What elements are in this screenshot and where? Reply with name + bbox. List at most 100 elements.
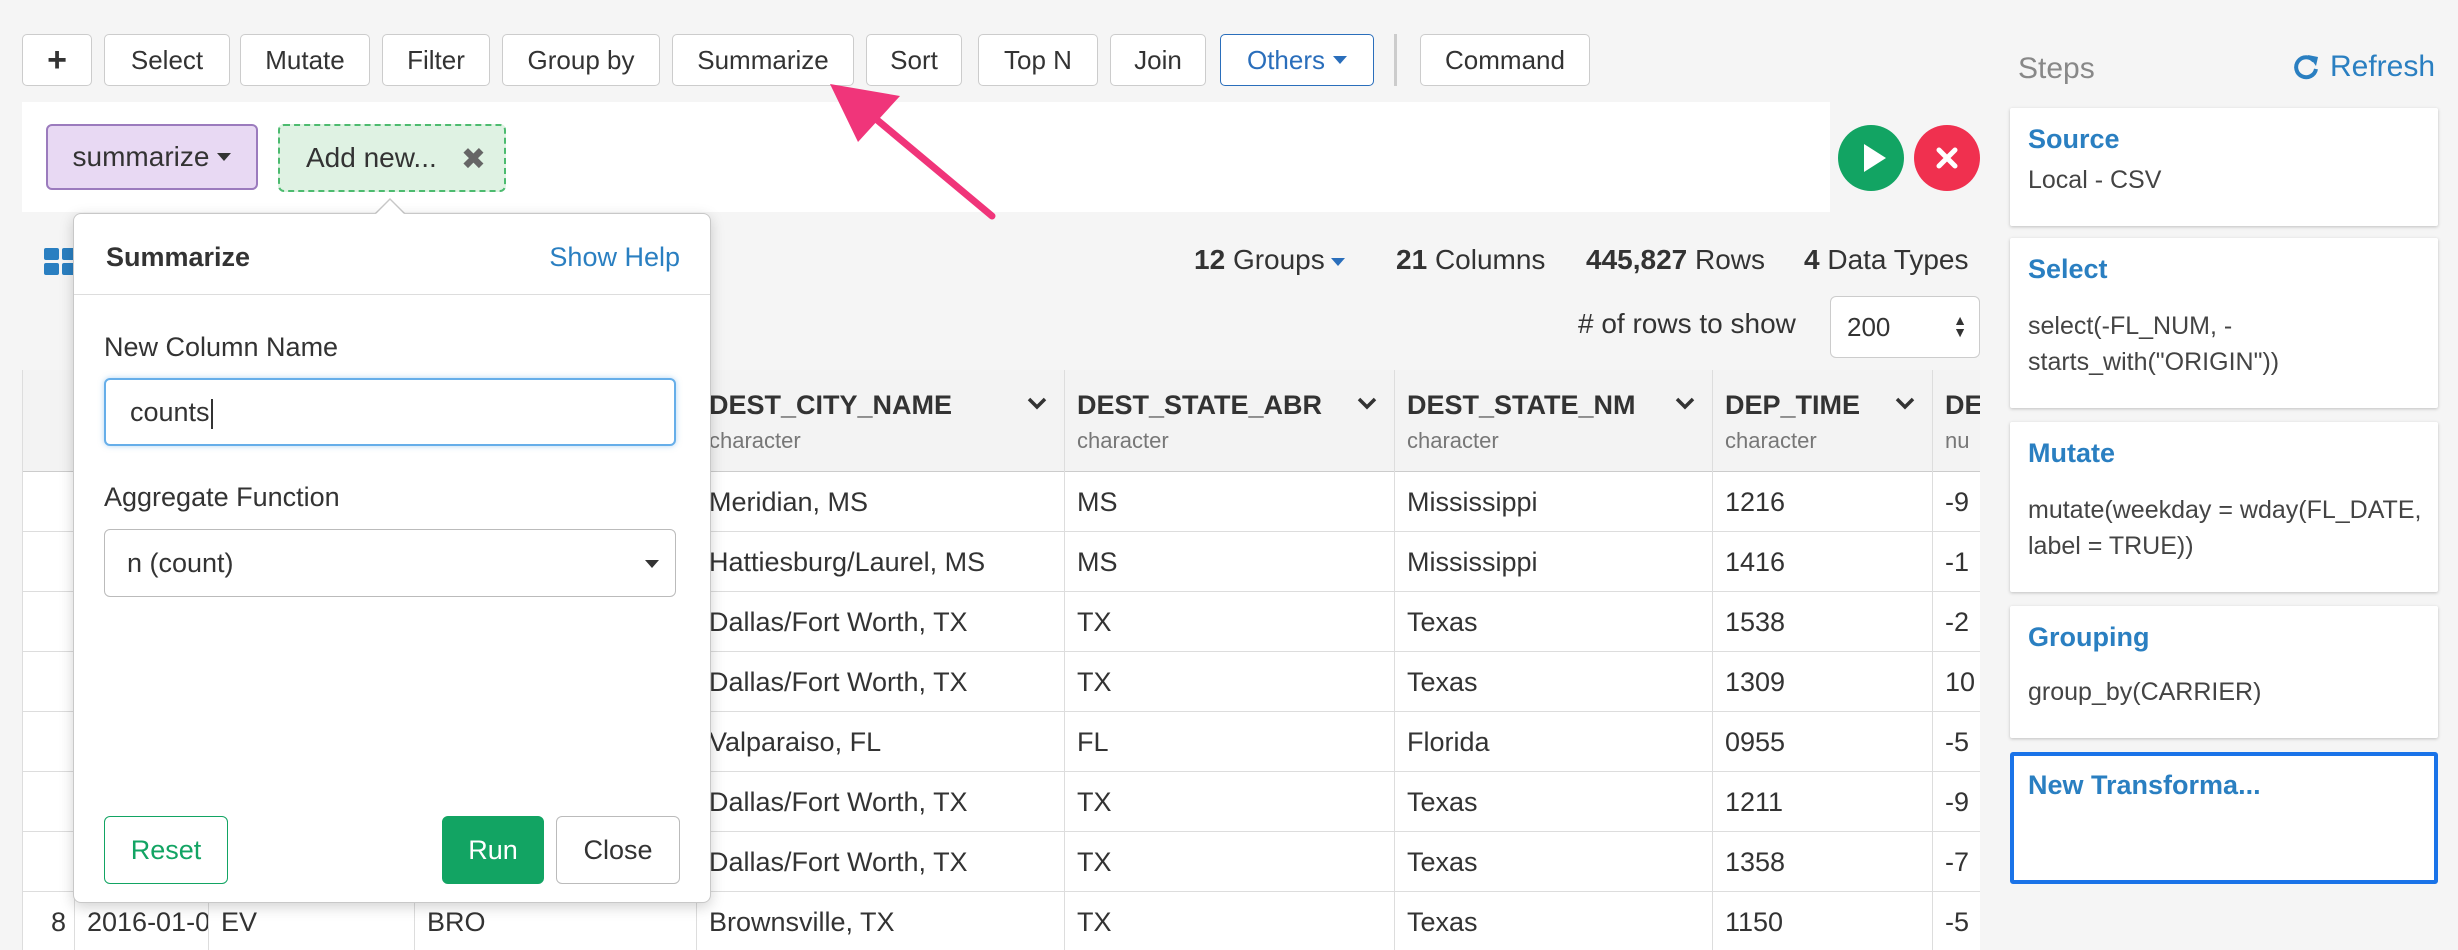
step-source[interactable]: Source Local - CSV [2010, 108, 2438, 226]
columns-label: Columns [1434, 244, 1546, 275]
new-column-label: New Column Name [104, 332, 339, 362]
step-mutate[interactable]: Mutate mutate(weekday = wday(FL_DATE, la… [2010, 422, 2438, 592]
column-type: character [1407, 428, 1499, 453]
cell: Dallas/Fort Worth, TX [697, 592, 1065, 652]
reset-button[interactable]: Reset [104, 816, 228, 884]
group-by-button[interactable]: Group by [502, 34, 660, 86]
columns-count: 21 [1396, 244, 1428, 275]
refresh-label: Refresh [2330, 50, 2436, 83]
cell: 1358 [1713, 832, 1933, 892]
run-command-button[interactable] [1838, 125, 1904, 191]
chevron-down-icon[interactable] [1026, 392, 1048, 414]
toolbar-divider [1394, 34, 1397, 86]
new-column-name-input[interactable]: counts [104, 378, 676, 446]
run-button[interactable]: Run [442, 816, 544, 884]
mutate-button[interactable]: Mutate [240, 34, 370, 86]
cell: 10 [1945, 667, 1976, 697]
filter-button[interactable]: Filter [382, 34, 490, 86]
cell: 1216 [1713, 472, 1933, 532]
groups-stat[interactable]: 12 Groups [1194, 244, 1345, 276]
caret-down-icon [217, 153, 232, 161]
cell: Texas [1395, 892, 1713, 950]
row-number-header [23, 370, 75, 472]
cell: 1309 [1713, 652, 1933, 712]
step-body: group_by(CARRIER) [2028, 678, 2262, 706]
show-help-link[interactable]: Show Help [549, 242, 680, 273]
close-button[interactable]: Close [556, 816, 680, 884]
stepper-icon: ▲ ▼ [1953, 312, 1967, 340]
chevron-down-icon[interactable] [1894, 392, 1916, 414]
command-button[interactable]: Command [1420, 34, 1590, 86]
step-title: Select [2028, 254, 2108, 284]
cell: Mississippi [1395, 472, 1713, 532]
cell: Valparaiso, FL [697, 712, 1065, 772]
refresh-icon [2294, 55, 2318, 80]
step-select[interactable]: Select select(-FL_NUM, -starts_with("ORI… [2010, 238, 2438, 408]
popup-title: Summarize [106, 242, 251, 272]
command-chip[interactable]: summarize [46, 124, 258, 190]
rows-to-show-select[interactable]: 200 ▲ ▼ [1830, 296, 1980, 358]
aggregate-function-select[interactable]: n (count) [104, 529, 676, 597]
cell: Brownsville, TX [697, 892, 1065, 950]
step-body: select(-FL_NUM, -starts_with("ORIGIN")) [2028, 312, 2280, 376]
column-type: character [1077, 428, 1169, 453]
cell: Texas [1395, 592, 1713, 652]
column-header-dest-city-name[interactable]: DEST_CITY_NAME character [697, 370, 1065, 472]
cell: TX [1065, 772, 1395, 832]
cell: Florida [1395, 712, 1713, 772]
step-grouping[interactable]: Grouping group_by(CARRIER) [2010, 606, 2438, 738]
chevron-down-icon[interactable] [1674, 392, 1696, 414]
divider [74, 294, 710, 295]
cancel-command-button[interactable] [1914, 125, 1980, 191]
close-icon [1936, 147, 1958, 169]
types-label: Data Types [1827, 244, 1969, 275]
steps-title: Steps [2018, 52, 2095, 85]
cell: -7 [1945, 847, 1970, 877]
refresh-button[interactable]: Refresh [2292, 50, 2435, 84]
columns-stat: 21 Columns [1396, 244, 1545, 276]
cell: 1538 [1713, 592, 1933, 652]
column-type: character [1725, 428, 1817, 453]
cell: FL [1065, 712, 1395, 772]
column-name: DEST_STATE_ABR [1077, 390, 1323, 420]
types-count: 4 [1804, 244, 1820, 275]
cell: Dallas/Fort Worth, TX [697, 652, 1065, 712]
column-header-dest-state-abr[interactable]: DEST_STATE_ABR character [1065, 370, 1395, 472]
cell: Mississippi [1395, 532, 1713, 592]
join-button[interactable]: Join [1110, 34, 1206, 86]
step-new-transformation[interactable]: New Transforma... [2010, 752, 2438, 884]
cell: -5 [1945, 727, 1970, 757]
column-name: DEST_STATE_NM [1407, 390, 1636, 420]
add-step-button[interactable]: + [22, 34, 92, 86]
cell: -2 [1945, 607, 1970, 637]
caret-down-icon [1333, 56, 1348, 64]
row-number: 8 [23, 892, 75, 950]
column-type: nu [1945, 428, 1970, 453]
step-title: New Transforma... [2028, 770, 2261, 800]
step-title: Source [2028, 124, 2120, 154]
popup-pointer-inner [376, 200, 404, 214]
cell: Texas [1395, 832, 1713, 892]
step-title: Mutate [2028, 438, 2115, 468]
cell: MS [1065, 532, 1395, 592]
column-header-partial[interactable]: DE nu [1933, 370, 1980, 472]
column-name: DEST_CITY_NAME [709, 390, 953, 420]
column-name: DEP_TIME [1725, 390, 1861, 420]
input-value: counts [130, 397, 210, 427]
select-button[interactable]: Select [104, 34, 230, 86]
cell: Hattiesburg/Laurel, MS [697, 532, 1065, 592]
column-header-dep-time[interactable]: DEP_TIME character [1713, 370, 1933, 472]
cell: 0955 [1713, 712, 1933, 772]
aggregate-function-label: Aggregate Function [104, 482, 340, 512]
cell: -5 [1945, 907, 1970, 937]
cell: 1211 [1713, 772, 1933, 832]
column-header-dest-state-nm[interactable]: DEST_STATE_NM character [1395, 370, 1713, 472]
remove-icon[interactable]: ✖ [461, 142, 486, 177]
play-icon [1864, 144, 1886, 172]
add-new-chip[interactable]: Add new... ✖ [278, 124, 506, 192]
summarize-popup: Summarize Show Help New Column Name coun… [73, 213, 711, 903]
groups-count: 12 [1194, 244, 1226, 275]
others-dropdown[interactable]: Others [1220, 34, 1374, 86]
cell: Texas [1395, 772, 1713, 832]
chevron-down-icon[interactable] [1356, 392, 1378, 414]
